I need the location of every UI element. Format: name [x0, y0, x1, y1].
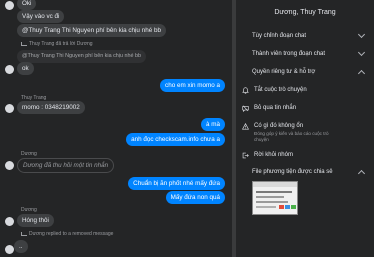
thumbnail-content-line — [256, 196, 284, 198]
reply-indicator: Thuy Trang đã trả lời Dương — [21, 41, 93, 47]
thumbnail-color-swatch — [291, 205, 296, 209]
avatar[interactable] — [5, 217, 14, 226]
reply-text: Dương replied to a removed message — [29, 231, 114, 237]
message-bubble-outgoing[interactable]: anh đọc checkscam.info chưa a — [126, 133, 225, 146]
item-label: Có gì đó không ổn — [254, 123, 304, 129]
message-bubble-outgoing[interactable]: cho em xin momo a — [160, 79, 225, 92]
thumbnail-header-bar — [253, 182, 297, 187]
item-label: Rời khỏi nhóm — [254, 152, 293, 158]
shared-media-thumbnail[interactable] — [252, 181, 298, 215]
message-bubble-outgoing[interactable]: à mà — [201, 118, 225, 131]
chevron-down-icon — [357, 30, 366, 39]
section-label: Thành viên trong đoạn chat — [252, 51, 326, 57]
thumbnail-content-line — [256, 206, 276, 208]
message-bubble[interactable]: Hóng thôi — [17, 214, 54, 227]
section-privacy-support[interactable]: Quyền riêng tư & hỗ trợ — [236, 66, 374, 80]
avatar[interactable] — [5, 65, 14, 74]
removed-message: Dương đã thu hồi một tin nhắn — [17, 158, 115, 173]
leave-group-item[interactable]: Rời khỏi nhóm — [236, 151, 374, 165]
thumbnail-color-swatch — [279, 205, 284, 209]
reply-icon — [21, 41, 27, 46]
report-problem-item[interactable]: Có gì đó không ổn Đóng góp ý kiến và báo… — [236, 122, 374, 146]
avatar[interactable] — [5, 104, 14, 113]
sender-name: Dương — [21, 151, 37, 157]
section-chat-members[interactable]: Thành viên trong đoạn chat — [236, 48, 374, 62]
chat-area: Oki Vậy vào vc đi @Thuy Trang Thi Nguyen… — [0, 0, 232, 257]
message-bubble-outgoing[interactable]: Mấy đứa non quá — [165, 191, 225, 204]
item-label: Tắt cuộc trò chuyện — [254, 87, 307, 93]
mute-conversation-item[interactable]: Tắt cuộc trò chuyện — [236, 86, 374, 100]
thumbnail-color-swatch — [285, 205, 290, 209]
message-bubble[interactable]: ok — [17, 62, 34, 75]
chevron-up-icon — [357, 169, 366, 178]
chevron-down-icon — [357, 48, 366, 57]
conversation-title: Dương, Thuy Trang — [274, 9, 336, 16]
reply-icon — [21, 231, 27, 236]
warning-icon — [242, 123, 249, 130]
avatar[interactable] — [5, 1, 14, 10]
bell-icon — [242, 87, 249, 94]
avatar[interactable] — [5, 161, 14, 170]
thumbnail-content-line — [256, 201, 288, 203]
reply-text: Thuy Trang đã trả lời Dương — [29, 41, 93, 47]
message-bubble[interactable]: momo : 0348219002 — [17, 101, 85, 114]
message-bubble[interactable]: .. — [14, 240, 28, 253]
item-description: Đóng góp ý kiến và báo cáo cuộc trò chuy… — [254, 131, 329, 142]
section-label: File phương tiện được chia sẻ — [252, 169, 333, 175]
section-shared-media[interactable]: File phương tiện được chia sẻ — [236, 166, 374, 180]
quoted-message[interactable]: @Thuy Trang Thi Nguyen phí bên kia chịu … — [17, 50, 146, 63]
message-bubble-outgoing[interactable]: Chuẩn bị ăn phốt nhé mấy đứa — [128, 177, 225, 190]
message-bubble[interactable]: Oki — [17, 0, 37, 10]
reply-indicator: Dương replied to a removed message — [21, 231, 113, 237]
section-customize-chat[interactable]: Tùy chỉnh đoạn chat — [236, 30, 374, 44]
conversation-info-panel: Dương, Thuy Trang Tùy chỉnh đoạn chat Th… — [236, 0, 374, 257]
leave-icon — [242, 152, 249, 159]
message-bubble[interactable]: Vậy vào vc đi — [17, 10, 65, 23]
avatar[interactable] — [5, 245, 14, 254]
section-label: Tùy chỉnh đoạn chat — [252, 33, 307, 39]
message-bubble[interactable]: @Thuy Trang Thi Nguyen phí bên kia chịu … — [17, 24, 166, 37]
ignore-messages-icon — [242, 105, 249, 112]
sender-name: Dương — [21, 207, 37, 213]
chevron-up-icon — [357, 69, 366, 78]
section-label: Quyền riêng tư & hỗ trợ — [252, 69, 316, 75]
ignore-messages-item[interactable]: Bỏ qua tin nhắn — [236, 104, 374, 118]
item-label: Bỏ qua tin nhắn — [254, 105, 297, 111]
thumbnail-content-line — [256, 191, 292, 193]
